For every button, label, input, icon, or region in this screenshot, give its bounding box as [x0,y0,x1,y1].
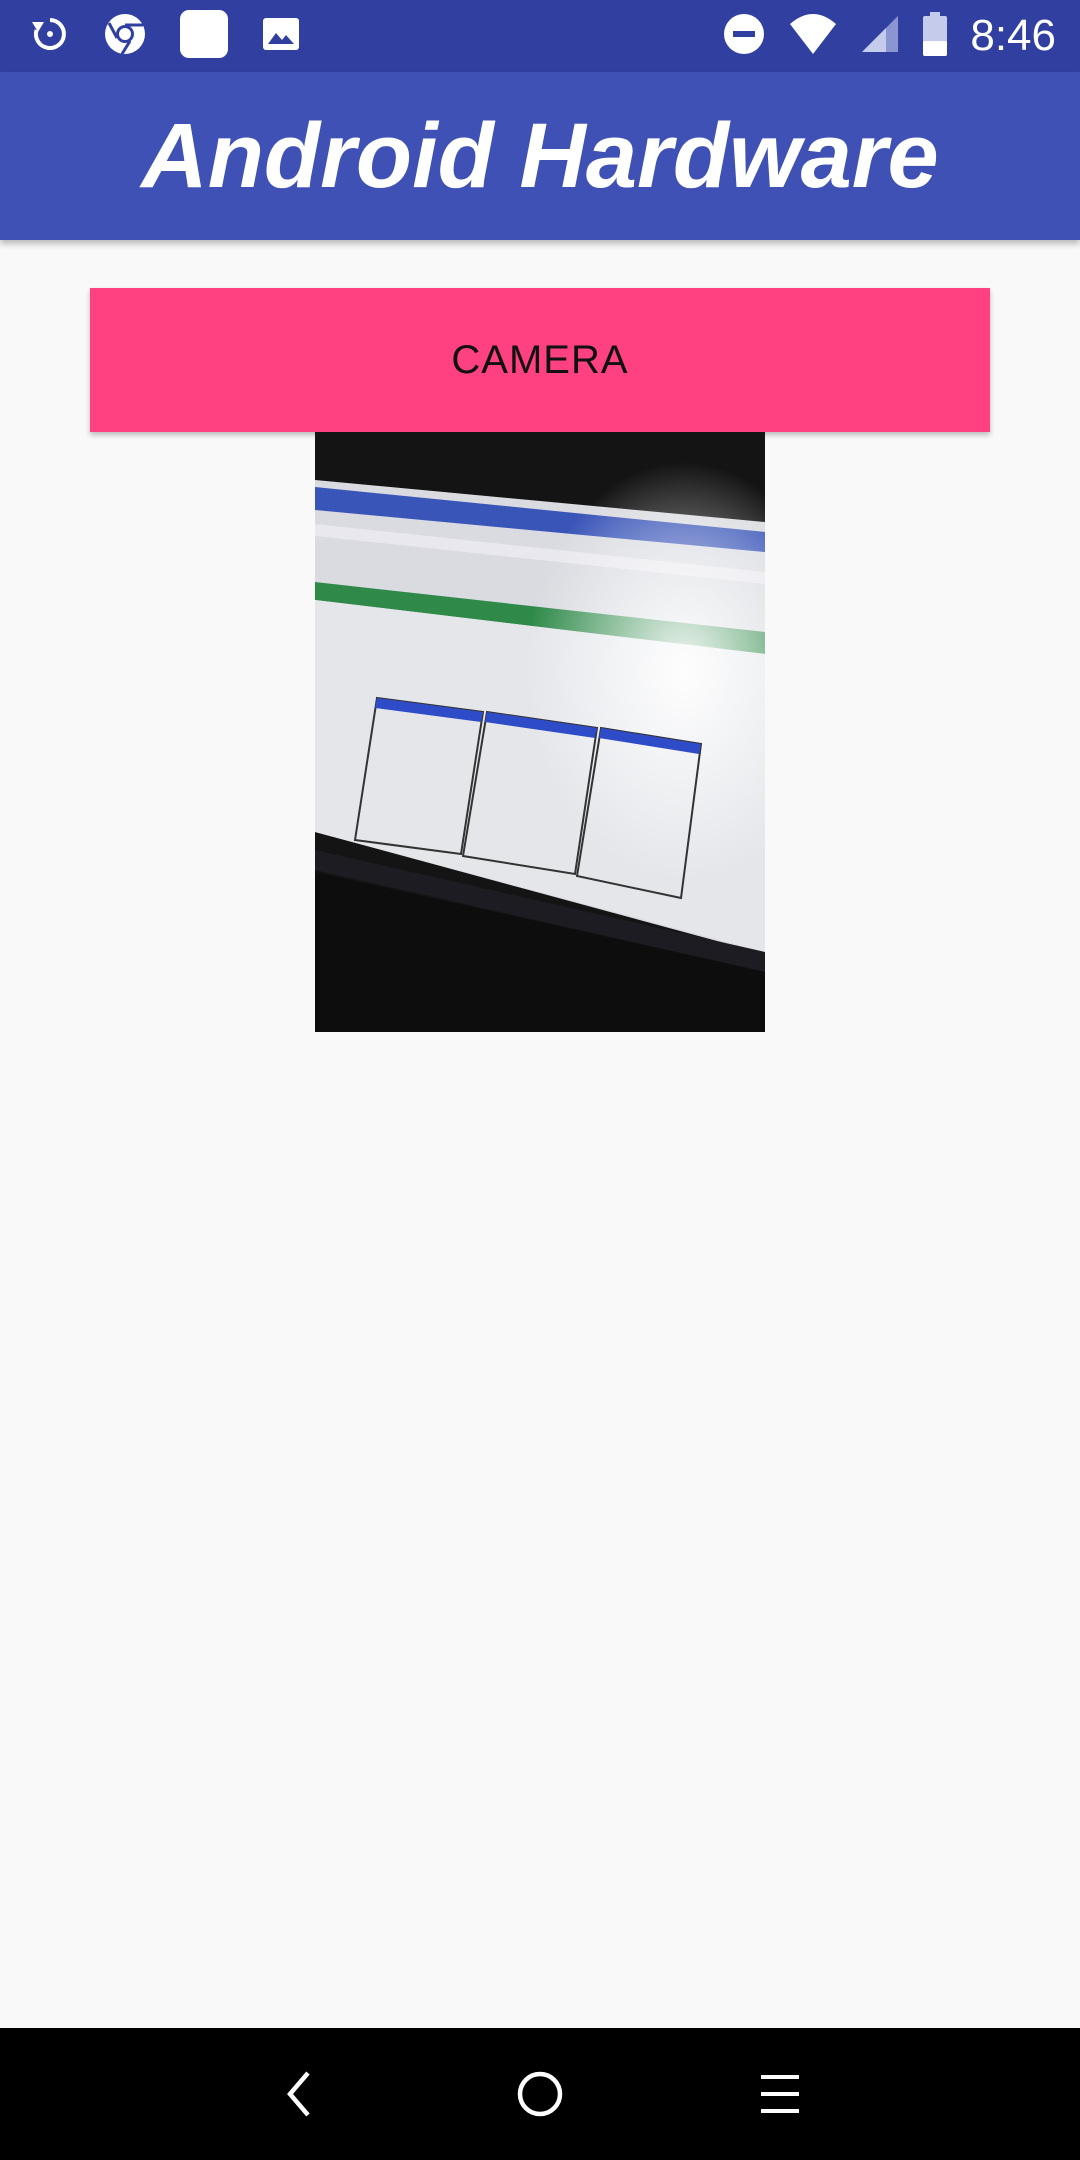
app-bar: Android Hardware [0,72,1080,240]
home-icon [517,2071,563,2117]
home-button[interactable] [504,2058,576,2130]
chrome-icon [102,11,148,62]
do-not-disturb-icon [722,12,766,61]
image-icon [260,13,302,60]
status-bar: 8:46 [0,0,1080,72]
captured-photo-image [315,432,765,1032]
app-notification-icon [178,8,230,65]
cellular-signal-icon [860,14,900,59]
app-title: Android Hardware [141,104,939,207]
recents-icon [761,2075,799,2113]
back-button[interactable] [264,2058,336,2130]
battery-icon [922,11,948,62]
wifi-icon [788,12,838,61]
camera-button[interactable]: CAMERA [90,288,990,432]
camera-button-label: CAMERA [451,337,629,382]
recents-button[interactable] [744,2058,816,2130]
status-left-icons [28,0,302,72]
sync-icon [28,12,72,61]
back-icon [287,2071,310,2117]
navigation-bar [0,2028,1080,2160]
status-right-icons: 8:46 [722,0,1056,72]
status-time: 8:46 [970,11,1056,60]
captured-photo [315,432,765,1032]
